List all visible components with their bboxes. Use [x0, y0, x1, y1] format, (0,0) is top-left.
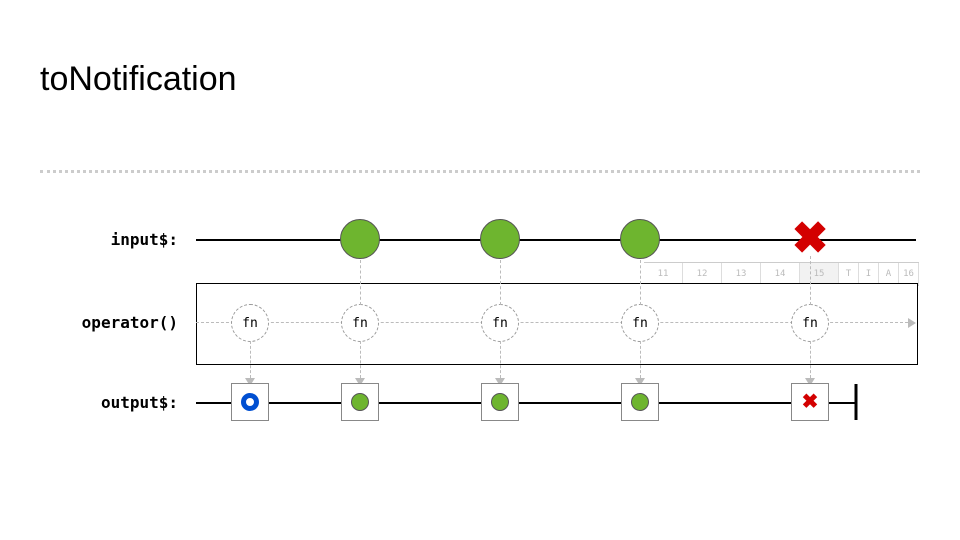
ruler-tick: A — [879, 263, 899, 285]
output-row-label: output$: — [78, 393, 178, 412]
output-next-notification — [481, 383, 519, 421]
connector-in — [360, 260, 361, 305]
ruler-tick: 11 — [644, 263, 683, 285]
ruler-tick: 13 — [722, 263, 761, 285]
ruler-tick: T — [839, 263, 859, 285]
input-marble-next — [620, 219, 660, 259]
connector-in — [500, 260, 501, 305]
fn-node: fn — [481, 304, 519, 342]
output-error-notification: ✖ — [791, 383, 829, 421]
input-marble-next — [340, 219, 380, 259]
circle-dot-icon — [491, 393, 509, 411]
fn-node: fn — [231, 304, 269, 342]
ruler-tick: 14 — [761, 263, 800, 285]
output-next-notification — [621, 383, 659, 421]
page-title: toNotification — [40, 60, 237, 99]
output-terminator — [855, 384, 858, 420]
ruler-tick: 15 — [800, 263, 839, 285]
output-next-notification — [341, 383, 379, 421]
x-icon: ✖ — [802, 392, 819, 412]
divider — [40, 170, 920, 173]
circle-dot-icon — [351, 393, 369, 411]
output-timeline — [196, 402, 856, 404]
fn-node: fn — [791, 304, 829, 342]
circle-ring-icon — [241, 393, 259, 411]
connector-out — [250, 341, 251, 378]
ruler-tick: I — [859, 263, 879, 285]
connector-out — [360, 341, 361, 378]
ruler-tick: 16 — [899, 263, 919, 285]
output-subscribe-notification — [231, 383, 269, 421]
input-error-icon: ✖ — [792, 217, 829, 261]
connector-in — [640, 260, 641, 305]
fn-node: fn — [341, 304, 379, 342]
fn-node: fn — [621, 304, 659, 342]
input-row-label: input$: — [78, 230, 178, 249]
input-marble-next — [480, 219, 520, 259]
connector-out — [500, 341, 501, 378]
operator-line-arrow — [908, 318, 916, 328]
circle-dot-icon — [631, 393, 649, 411]
ruler-tick: 12 — [683, 263, 722, 285]
connector-out — [640, 341, 641, 378]
operator-row-label: operator() — [78, 313, 178, 332]
connector-in — [810, 256, 811, 305]
connector-out — [810, 341, 811, 378]
